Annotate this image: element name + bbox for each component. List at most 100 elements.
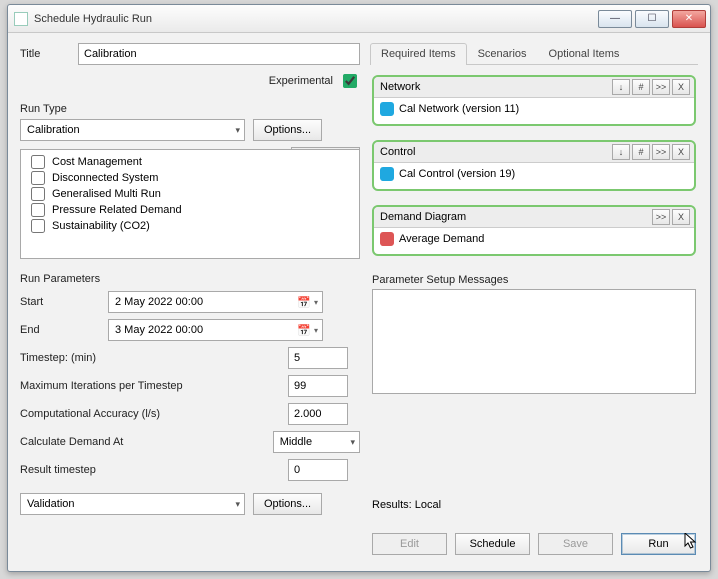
accuracy-input[interactable] (288, 403, 348, 425)
validation-combo[interactable]: Validation ▾ (20, 493, 245, 515)
schedule-button[interactable]: Schedule (455, 533, 530, 555)
tab-required-items[interactable]: Required Items (370, 43, 467, 65)
run-type-combo[interactable]: Calibration ▾ (20, 119, 245, 141)
run-type-options-button[interactable]: Options... (253, 119, 322, 141)
run-type-row: Calibration ▾ Options... (20, 119, 360, 141)
psm-label: Parameter Setup Messages (372, 274, 696, 286)
clear-icon[interactable]: X (672, 144, 690, 160)
network-mini-buttons: ↓ # >> X (612, 79, 690, 95)
demand-head: Demand Diagram >> X (374, 207, 694, 228)
select-icon[interactable]: >> (652, 209, 670, 225)
validation-options-button[interactable]: Options... (253, 493, 322, 515)
network-head-label: Network (380, 81, 420, 93)
minimize-button[interactable]: — (598, 10, 632, 28)
calc-demand-label: Calculate Demand At (20, 436, 265, 448)
opt-cost-management[interactable] (31, 155, 45, 169)
experimental-checkbox[interactable] (343, 74, 357, 88)
demand-diagram-icon (380, 232, 394, 246)
required-items-body: Network ↓ # >> X Cal Network (version 11… (370, 65, 698, 559)
title-row: Title (20, 43, 360, 65)
demand-body[interactable]: Average Demand (374, 228, 694, 254)
network-box: Network ↓ # >> X Cal Network (version 11… (372, 75, 696, 126)
list-item[interactable]: Sustainability (CO2) (27, 218, 353, 234)
start-date-input[interactable]: 2 May 2022 00:00 📅▾ (108, 291, 323, 313)
control-box: Control ↓ # >> X Cal Control (version 19… (372, 140, 696, 191)
hash-icon[interactable]: # (632, 79, 650, 95)
calc-demand-combo[interactable]: Middle ▾ (273, 431, 360, 453)
control-head: Control ↓ # >> X (374, 142, 694, 163)
start-row: Start 2 May 2022 00:00 📅▾ (20, 291, 360, 313)
edit-button: Edit (372, 533, 447, 555)
close-button[interactable]: ✕ (672, 10, 706, 28)
tab-bar: Required Items Scenarios Optional Items (370, 43, 698, 65)
schedule-hydraulic-run-window: Schedule Hydraulic Run — ☐ ✕ Title Exper… (7, 4, 711, 572)
calendar-icon[interactable]: 📅▾ (297, 324, 318, 337)
list-item[interactable]: Cost Management (27, 154, 353, 170)
demand-box: Demand Diagram >> X Average Demand (372, 205, 696, 256)
app-icon (14, 12, 28, 26)
select-icon[interactable]: >> (652, 79, 670, 95)
down-arrow-icon[interactable]: ↓ (612, 144, 630, 160)
action-row: Edit Schedule Save Run (372, 533, 696, 555)
psm-box[interactable] (372, 289, 696, 394)
validation-row: Validation ▾ Options... (20, 493, 360, 515)
list-item[interactable]: Disconnected System (27, 170, 353, 186)
opt-sustainability-co2[interactable] (31, 219, 45, 233)
result-ts-input[interactable] (288, 459, 348, 481)
select-icon[interactable]: >> (652, 144, 670, 160)
window-buttons: — ☐ ✕ (598, 10, 706, 28)
control-body[interactable]: Cal Control (version 19) (374, 163, 694, 189)
tab-scenarios[interactable]: Scenarios (467, 43, 538, 65)
opt-generalised-multi-run[interactable] (31, 187, 45, 201)
maximize-button[interactable]: ☐ (635, 10, 669, 28)
demand-head-label: Demand Diagram (380, 211, 466, 223)
list-item[interactable]: Generalised Multi Run (27, 186, 353, 202)
accuracy-label: Computational Accuracy (l/s) (20, 408, 280, 420)
title-input[interactable] (78, 43, 360, 65)
end-row: End 3 May 2022 00:00 📅▾ (20, 319, 360, 341)
control-icon (380, 167, 394, 181)
titlebar: Schedule Hydraulic Run — ☐ ✕ (8, 5, 710, 33)
network-icon (380, 102, 394, 116)
opt-pressure-related-demand[interactable] (31, 203, 45, 217)
control-item: Cal Control (version 19) (399, 168, 515, 180)
end-date-value: 3 May 2022 00:00 (115, 324, 203, 336)
experimental-row: Experimental (20, 71, 360, 91)
demand-mini-buttons: >> X (652, 209, 690, 225)
list-item[interactable]: Pressure Related Demand (27, 202, 353, 218)
run-type-options-list[interactable]: Cost Management Disconnected System Gene… (20, 149, 360, 259)
run-type-label: Run Type (20, 103, 360, 115)
run-button[interactable]: Run (621, 533, 696, 555)
start-label: Start (20, 296, 100, 308)
run-parameters-label: Run Parameters (20, 273, 360, 285)
hash-icon[interactable]: # (632, 144, 650, 160)
title-label: Title (20, 48, 70, 60)
start-date-value: 2 May 2022 00:00 (115, 296, 203, 308)
control-mini-buttons: ↓ # >> X (612, 144, 690, 160)
window-title: Schedule Hydraulic Run (34, 13, 598, 25)
right-panel: Required Items Scenarios Optional Items … (370, 43, 698, 559)
validation-value: Validation (27, 498, 75, 510)
opt-disconnected-system[interactable] (31, 171, 45, 185)
tab-optional-items[interactable]: Optional Items (538, 43, 631, 65)
network-head: Network ↓ # >> X (374, 77, 694, 98)
timestep-row: Timestep: (min) (20, 347, 360, 369)
experimental-label: Experimental (269, 75, 333, 87)
calendar-icon[interactable]: 📅▾ (297, 296, 318, 309)
left-panel: Title Experimental Run Type Calibration … (20, 43, 360, 559)
result-ts-label: Result timestep (20, 464, 280, 476)
maxiter-row: Maximum Iterations per Timestep (20, 375, 360, 397)
end-date-input[interactable]: 3 May 2022 00:00 📅▾ (108, 319, 323, 341)
clear-icon[interactable]: X (672, 79, 690, 95)
calc-demand-row: Calculate Demand At Middle ▾ (20, 431, 360, 453)
results-label: Results: Local (372, 489, 696, 511)
timestep-input[interactable] (288, 347, 348, 369)
chevron-down-icon: ▾ (350, 437, 355, 448)
accuracy-row: Computational Accuracy (l/s) (20, 403, 360, 425)
end-label: End (20, 324, 100, 336)
down-arrow-icon[interactable]: ↓ (612, 79, 630, 95)
demand-item: Average Demand (399, 233, 484, 245)
maxiter-input[interactable] (288, 375, 348, 397)
network-body[interactable]: Cal Network (version 11) (374, 98, 694, 124)
clear-icon[interactable]: X (672, 209, 690, 225)
